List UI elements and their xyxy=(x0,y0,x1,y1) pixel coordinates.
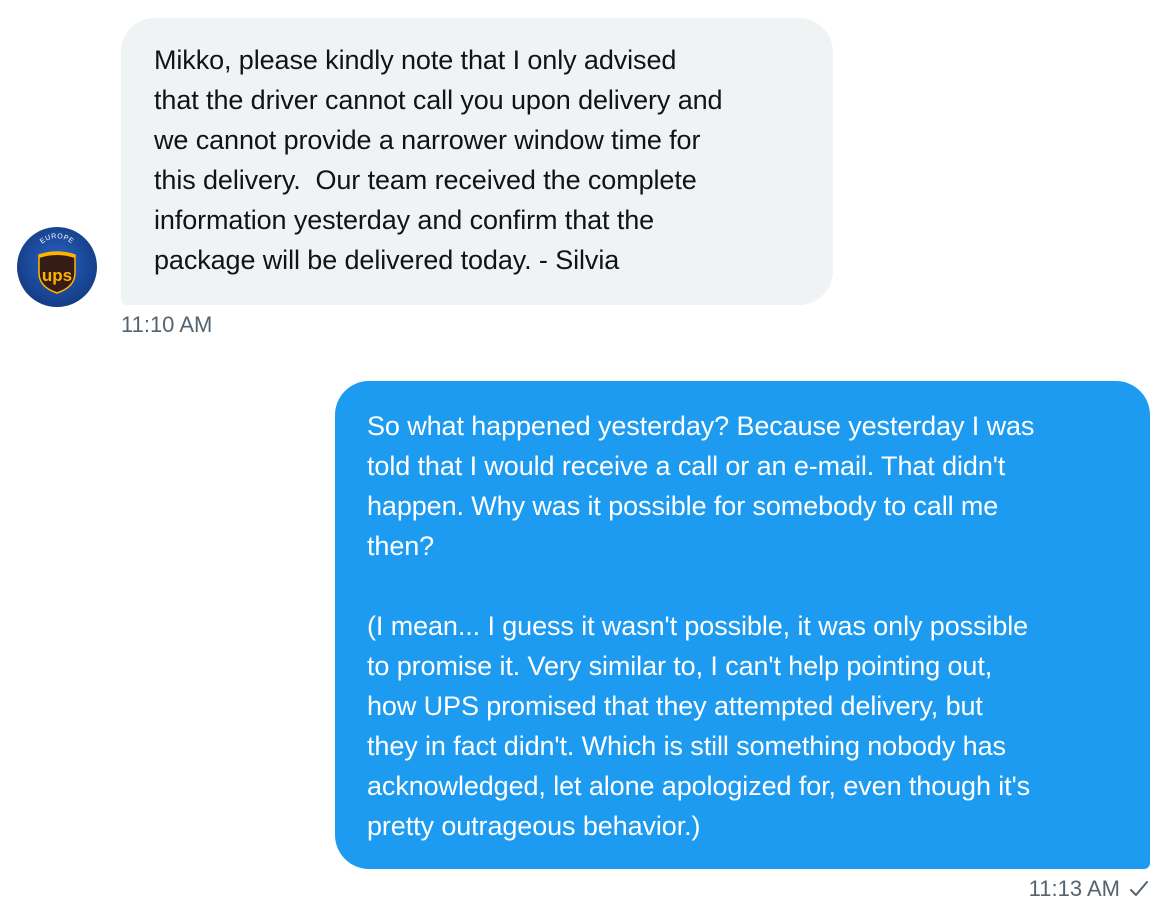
sent-check-icon xyxy=(1130,881,1148,896)
avatar-logo-text: ups xyxy=(42,266,72,285)
message-thread: EUROPE ups Mikko, please kindly note tha… xyxy=(0,0,1164,922)
outgoing-message-meta: 11:13 AM xyxy=(1029,876,1150,902)
ups-europe-avatar[interactable]: EUROPE ups xyxy=(17,227,97,307)
incoming-message-bubble[interactable]: Mikko, please kindly note that I only ad… xyxy=(121,18,833,305)
ups-logo-icon: EUROPE ups xyxy=(17,227,97,307)
outgoing-message-timestamp: 11:13 AM xyxy=(1028,876,1120,901)
incoming-message-timestamp: 11:10 AM xyxy=(121,312,213,337)
outgoing-message-bubble[interactable]: So what happened yesterday? Because yest… xyxy=(335,381,1150,869)
